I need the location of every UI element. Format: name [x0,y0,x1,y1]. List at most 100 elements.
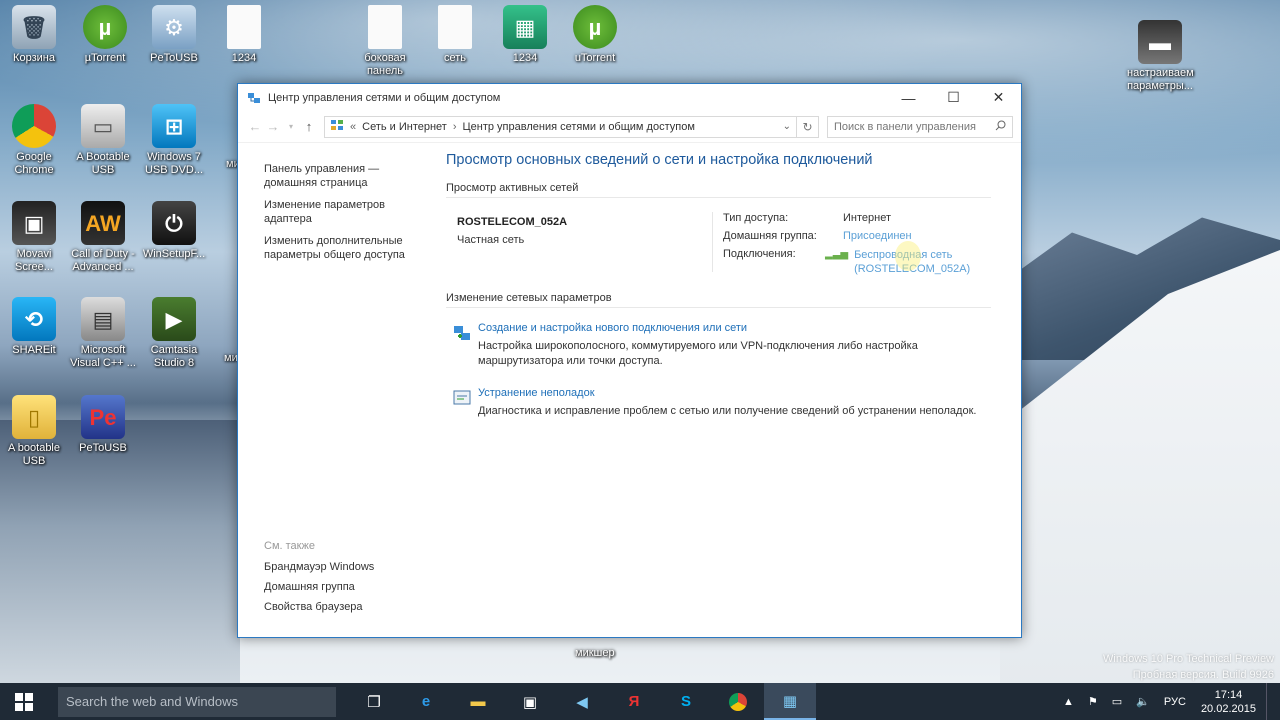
search-input[interactable]: Поиск в панели управления [827,115,1013,138]
chrome-taskbar-icon[interactable] [712,683,764,720]
desktop-icon-label: Корзина [13,52,55,64]
network-sharing-center-window: Центр управления сетями и общим доступом… [237,83,1022,638]
network-type-link[interactable]: Частная сеть [457,234,712,246]
show-hidden-icons-icon[interactable]: ▲ [1063,696,1074,708]
see-also-firewall[interactable]: Брандмауэр Windows [264,561,424,573]
show-desktop-button[interactable] [1266,683,1280,720]
desktop-label-mikser[interactable]: микшер [575,647,615,659]
breadcrumb-network-center[interactable]: Центр управления сетями и общим доступом [463,121,695,133]
desktop-icon[interactable]: 1234 [211,5,277,65]
desktop-icon[interactable]: ▤ Microsoft Visual C++ ... [70,297,136,370]
desktop-icon-label: 1234 [512,52,538,64]
language-indicator[interactable]: РУС [1164,696,1186,708]
watermark-line2: Пробная версия. Build 9926 [1132,669,1274,681]
file-explorer-icon[interactable]: ▬ [452,683,504,720]
maximize-button[interactable]: ☐ [931,84,976,111]
os-watermark: Windows 10 Pro Technical Preview Пробная… [1103,651,1274,683]
up-arrow-icon[interactable]: ↑ [300,119,318,134]
desktop-icon-label: боковая панель [364,52,406,77]
minimize-button[interactable]: — [886,84,931,111]
see-also-homegroup[interactable]: Домашняя группа [264,581,424,593]
change-settings-header: Изменение сетевых параметров [446,292,991,308]
file-icon [368,5,402,49]
system-tray: ▲ ⚑ ▭ 🔈 РУС 17:14 20.02.2015 [1056,683,1280,720]
left-pane: Панель управления — домашняя страница Из… [264,162,424,270]
desktop-icon[interactable]: боковая панель [352,5,418,78]
volume-icon[interactable]: 🔈 [1136,695,1150,708]
desktop-icon[interactable]: ⏻ WinSetupF... [141,201,207,261]
chrome-icon [12,104,56,148]
desktop-icon[interactable]: сеть [422,5,488,65]
task-view-icon[interactable]: ❐ [348,683,400,720]
shareit-icon: ⟲ [12,297,56,341]
title-bar[interactable]: Центр управления сетями и общим доступом… [238,84,1021,111]
taskbar-search-box[interactable]: Search the web and Windows [58,686,336,717]
desktop-icon[interactable]: ▦ 1234 [492,5,558,65]
desktop-icon[interactable]: ▬ настраиваем параметры... [1127,20,1194,93]
windows-logo-icon [15,692,33,711]
desktop-icon[interactable]: ⚙ PeToUSB [141,5,207,65]
desktop-icon[interactable]: ⊞ Windows 7 USB DVD... [141,104,207,177]
troubleshoot-icon [446,387,478,413]
taskbar: Search the web and Windows ❐ e ▬ ▣ ◀ Я S… [0,683,1280,720]
network-center-taskbar-icon[interactable]: ▦ [764,683,816,720]
clock[interactable]: 17:14 20.02.2015 [1201,688,1256,716]
address-field[interactable]: « Сеть и Интернет › Центр управления сет… [324,115,797,138]
network-tray-icon[interactable]: ▭ [1112,695,1122,708]
recent-dropdown-icon[interactable]: ▾ [282,122,300,131]
breadcrumb-separator-icon[interactable]: › [453,121,457,133]
breadcrumb-root[interactable]: « [350,121,356,133]
desktop-icon[interactable]: µ uTorrent [562,5,628,65]
refresh-icon[interactable]: ↻ [797,115,819,138]
taskbar-search-placeholder: Search the web and Windows [66,694,238,709]
back-arrow-icon[interactable]: ← [246,119,264,134]
troubleshoot-link[interactable]: Устранение неполадок [478,387,991,399]
internet-explorer-icon[interactable]: e [400,683,452,720]
desktop-icon[interactable]: 🗑 Корзина [1,5,67,65]
search-icon[interactable] [995,120,1006,134]
active-networks-header: Просмотр активных сетей [446,182,991,198]
desktop-icon-label: Movavi Scree... [15,248,53,273]
network-center-icon [246,90,262,106]
video-file-icon: ▬ [1138,20,1182,64]
action-center-icon[interactable]: ⚑ [1088,695,1098,708]
desktop-icon[interactable]: µ µTorrent [72,5,138,65]
desktop-icon[interactable]: ▭ A Bootable USB [70,104,136,177]
sidebar-link-sharing[interactable]: Изменить дополнительные параметры общего… [264,234,424,262]
new-connection-link[interactable]: Создание и настройка нового подключения … [478,322,991,334]
sidebar-link-home[interactable]: Панель управления — домашняя страница [264,162,424,190]
start-button[interactable] [0,683,48,720]
yandex-icon[interactable]: Я [608,683,660,720]
see-also: См. также Брандмауэр Windows Домашняя гр… [264,540,424,621]
recycle-bin-icon: 🗑 [12,5,56,49]
forward-arrow-icon[interactable]: → [264,119,282,134]
media-player-icon[interactable]: ◀ [556,683,608,720]
skype-icon[interactable]: S [660,683,712,720]
usb-drive-icon: ▭ [81,104,125,148]
new-connection-icon [446,322,478,348]
store-icon[interactable]: ▣ [504,683,556,720]
desktop-icon[interactable]: ▶ Camtasia Studio 8 [141,297,207,370]
sidebar-link-adapter[interactable]: Изменение параметров адаптера [264,198,424,226]
file-icon [227,5,261,49]
desktop-icon[interactable]: AW Call of Duty - Advanced ... [70,201,136,274]
close-button[interactable]: ✕ [976,84,1021,111]
utorrent-icon: µ [573,5,617,49]
address-dropdown-icon[interactable]: ⌄ [783,121,791,132]
breadcrumb-network-internet[interactable]: Сеть и Интернет [362,121,447,133]
desktop-label-partial[interactable]: ми [224,352,238,364]
desktop-icon[interactable]: ▯ A bootable USB [1,395,67,468]
window-title: Центр управления сетями и общим доступом [268,91,501,104]
task-new-connection: Создание и настройка нового подключения … [446,322,991,369]
new-connection-description: Настройка широкополосного, коммутируемог… [478,340,918,367]
desktop-icon[interactable]: Pe PeToUSB [70,395,136,455]
utorrent-icon: µ [83,5,127,49]
see-also-browser-properties[interactable]: Свойства браузера [264,601,424,613]
file-icon [438,5,472,49]
desktop-icon[interactable]: ▣ Movavi Scree... [1,201,67,274]
desktop-icon-label: PeToUSB [150,52,198,64]
desktop-icon[interactable]: Google Chrome [1,104,67,177]
aw-icon: AW [81,201,125,245]
task-troubleshoot: Устранение неполадок Диагностика и испра… [446,387,991,419]
desktop-icon[interactable]: ⟲ SHAREit [1,297,67,357]
